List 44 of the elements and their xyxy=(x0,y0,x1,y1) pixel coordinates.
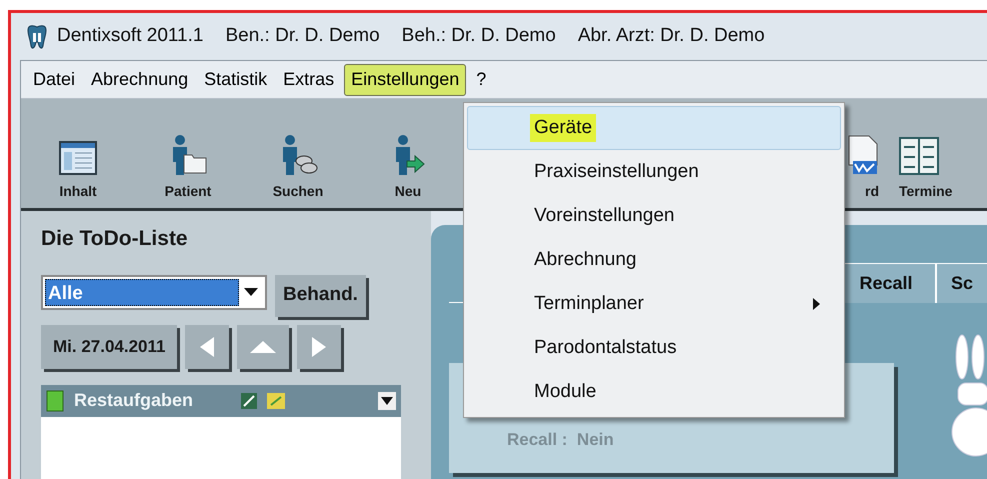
toolbar-button[interactable]: Neu xyxy=(353,135,463,202)
toolbar-button[interactable]: Suchen xyxy=(243,135,353,202)
user-label: Ben.: Dr. D. Demo xyxy=(225,24,380,48)
caret-icon xyxy=(244,288,258,296)
menu-item[interactable]: Datei xyxy=(27,64,82,96)
menu-item[interactable]: Einstellungen xyxy=(344,64,466,96)
date-button[interactable]: Mi. 27.04.2011 xyxy=(41,324,178,368)
panel-title: Die ToDo-Liste xyxy=(41,226,188,252)
previous-button[interactable] xyxy=(185,324,230,368)
billing-doctor-label: Abr. Arzt: Dr. D. Demo xyxy=(578,24,765,48)
menu-item[interactable]: Abrechnung xyxy=(85,64,194,96)
filter-value: Alle xyxy=(45,278,239,306)
toolbar-button[interactable]: Termine xyxy=(887,137,977,202)
menu-item[interactable]: Parodontalstatus xyxy=(467,326,841,370)
menu-item[interactable]: Statistik xyxy=(198,64,274,96)
menu-item[interactable]: Praxiseinstellungen xyxy=(467,150,841,194)
menu-item[interactable]: ? xyxy=(470,64,492,96)
treatment-button[interactable]: Behand. xyxy=(275,274,366,316)
recall-label: Recall : Nein xyxy=(507,430,614,449)
document-window-icon xyxy=(59,141,97,175)
square-icon xyxy=(46,390,64,412)
tab[interactable]: Sc xyxy=(936,263,987,303)
next-button[interactable] xyxy=(297,324,342,368)
section-title: Restaufgaben xyxy=(74,389,194,412)
menu-item[interactable]: Geräte xyxy=(467,106,841,150)
calendar-book-icon xyxy=(899,137,939,175)
filter-dropdown[interactable]: Alle xyxy=(41,274,267,310)
window-title: Dentixsoft 2011.1 xyxy=(57,24,204,48)
document-w-icon xyxy=(847,135,879,175)
menu-item-label: Geräte xyxy=(530,114,596,142)
menu-item[interactable]: Voreinstellungen xyxy=(467,194,841,238)
left-arrow-icon xyxy=(200,336,214,356)
toolbar-button[interactable]: Patient xyxy=(133,135,243,202)
caret-icon[interactable] xyxy=(378,392,396,410)
right-arrow-icon xyxy=(312,336,326,356)
tooth-logo-icon xyxy=(25,24,49,50)
menu-item[interactable]: Extras xyxy=(277,64,340,96)
up-button[interactable] xyxy=(237,324,290,368)
note-icon[interactable] xyxy=(267,392,286,408)
toolbar-button[interactable]: Inhalt xyxy=(23,141,133,202)
menu-item[interactable]: Module xyxy=(467,370,841,414)
up-arrow-icon xyxy=(250,340,276,352)
edit-icon[interactable] xyxy=(241,392,258,408)
treating-doctor-label: Beh.: Dr. D. Demo xyxy=(402,24,556,48)
